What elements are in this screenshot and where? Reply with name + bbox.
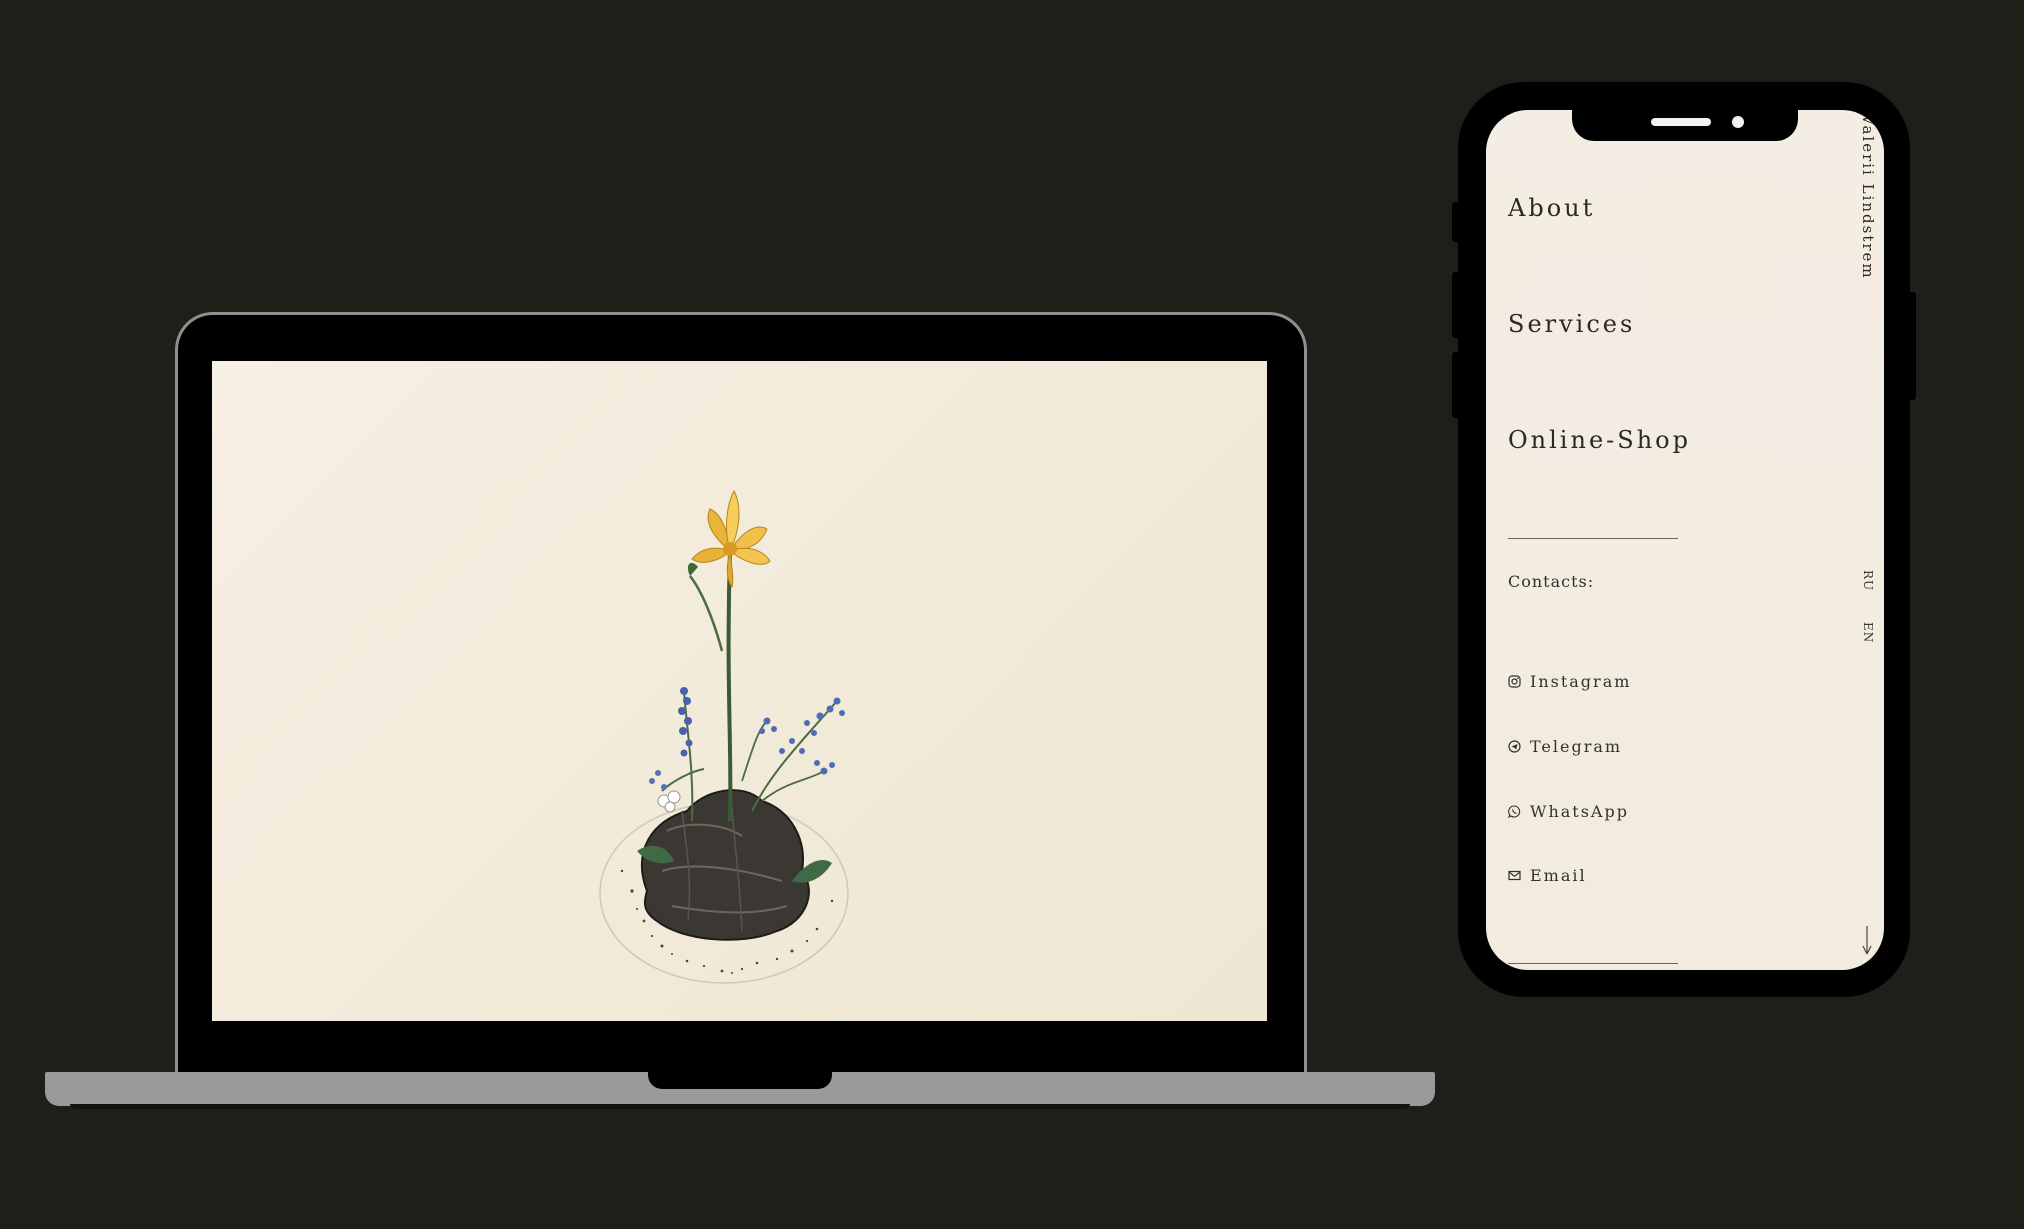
language-en-link-mobile[interactable]: EN <box>1861 622 1875 643</box>
instagram-icon <box>1508 675 1521 688</box>
laptop-screen: Valerii Lindstrem RU EN <box>212 361 1267 1021</box>
laptop-trackpad-notch <box>648 1070 832 1089</box>
contact-instagram-link[interactable]: Instagram <box>1508 672 1631 691</box>
menu-item-about[interactable]: About <box>1508 194 1595 222</box>
phone-speaker <box>1651 118 1711 126</box>
email-icon <box>1508 869 1521 882</box>
menu-item-online-shop[interactable]: Online-Shop <box>1508 426 1691 454</box>
contact-whatsapp-label: WhatsApp <box>1530 802 1629 821</box>
contacts-label: Contacts: <box>1508 572 1595 591</box>
contact-whatsapp-link[interactable]: WhatsApp <box>1508 802 1629 821</box>
contact-email-label: Email <box>1530 866 1587 885</box>
language-ru-link-mobile[interactable]: RU <box>1861 570 1875 591</box>
contact-email-link[interactable]: Email <box>1508 866 1587 885</box>
scroll-indicator-icon <box>1861 926 1873 964</box>
contacts-divider <box>1508 963 1678 964</box>
menu-item-services[interactable]: Services <box>1508 310 1635 338</box>
phone-screen: About Services Online-Shop Contacts: Ins… <box>1486 110 1884 970</box>
contact-instagram-label: Instagram <box>1530 672 1632 691</box>
contact-telegram-link[interactable]: Telegram <box>1508 737 1622 756</box>
phone-camera-icon <box>1732 116 1744 128</box>
contact-telegram-label: Telegram <box>1530 737 1623 756</box>
flower-illustration <box>592 451 892 995</box>
telegram-icon <box>1508 740 1521 753</box>
site-owner-name-mobile[interactable]: Valerii Lindstrem <box>1859 114 1877 280</box>
menu-divider <box>1508 538 1678 539</box>
laptop-base-shadow <box>70 1104 1410 1109</box>
whatsapp-icon <box>1508 805 1521 818</box>
